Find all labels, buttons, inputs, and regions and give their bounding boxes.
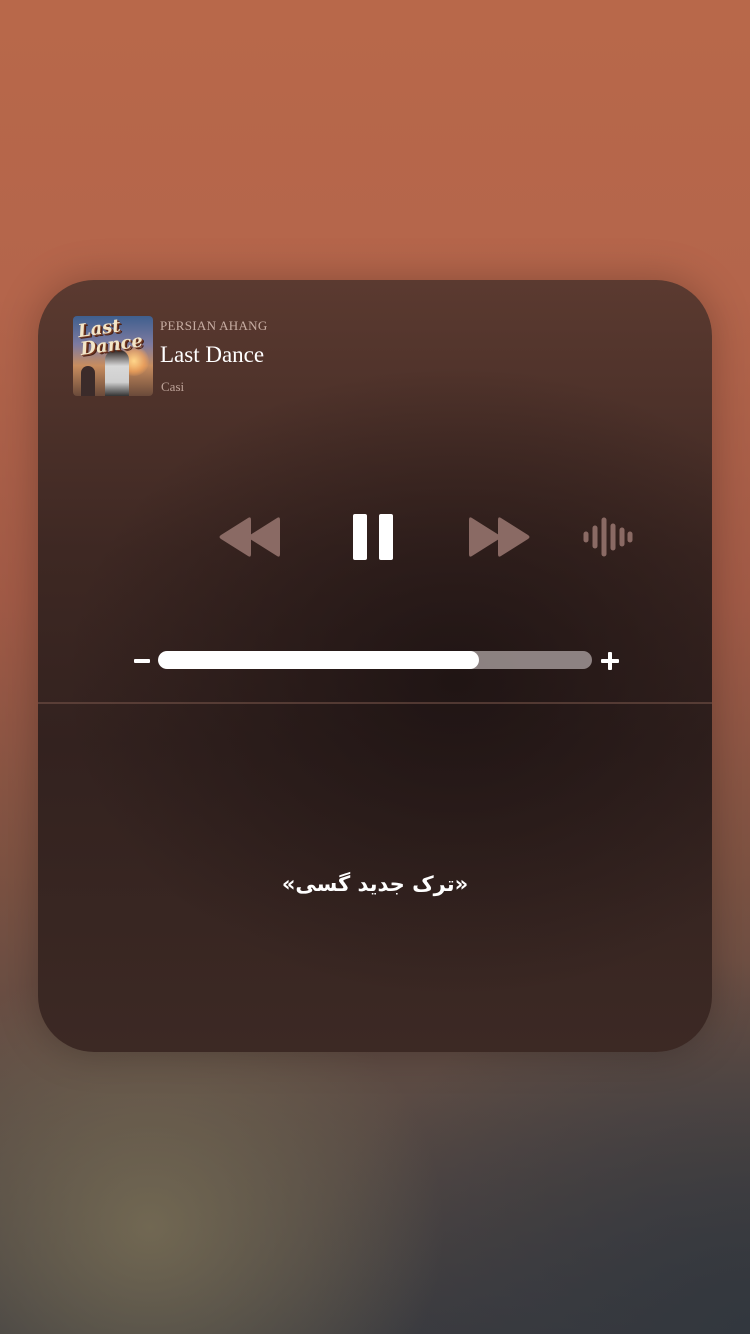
pause-icon xyxy=(353,514,393,560)
volume-slider-fill xyxy=(158,651,480,669)
volume-slider[interactable] xyxy=(158,651,592,669)
audio-output-button[interactable] xyxy=(583,517,633,557)
album-art[interactable]: Last Dance xyxy=(73,316,153,396)
album-art-figure xyxy=(105,350,129,396)
volume-minus-icon xyxy=(134,659,150,663)
rewind-icon xyxy=(219,517,280,557)
audio-waveform-icon xyxy=(583,517,633,557)
album-art-figure-left xyxy=(81,366,95,396)
caption-text: «ترک جدید گسی» xyxy=(281,872,469,896)
volume-plus-icon xyxy=(601,652,619,670)
fast-forward-icon xyxy=(469,517,530,557)
now-playing-panel: Last Dance PERSIAN AHANG Last Dance Casi xyxy=(38,280,712,1052)
pause-button[interactable] xyxy=(353,514,395,560)
track-artist: Casi xyxy=(161,379,185,394)
fast-forward-button[interactable] xyxy=(469,516,531,558)
rewind-button[interactable] xyxy=(218,516,280,558)
panel-divider xyxy=(38,702,712,704)
source-app-name: PERSIAN AHANG xyxy=(160,318,268,333)
track-title[interactable]: Last Dance xyxy=(160,342,264,368)
